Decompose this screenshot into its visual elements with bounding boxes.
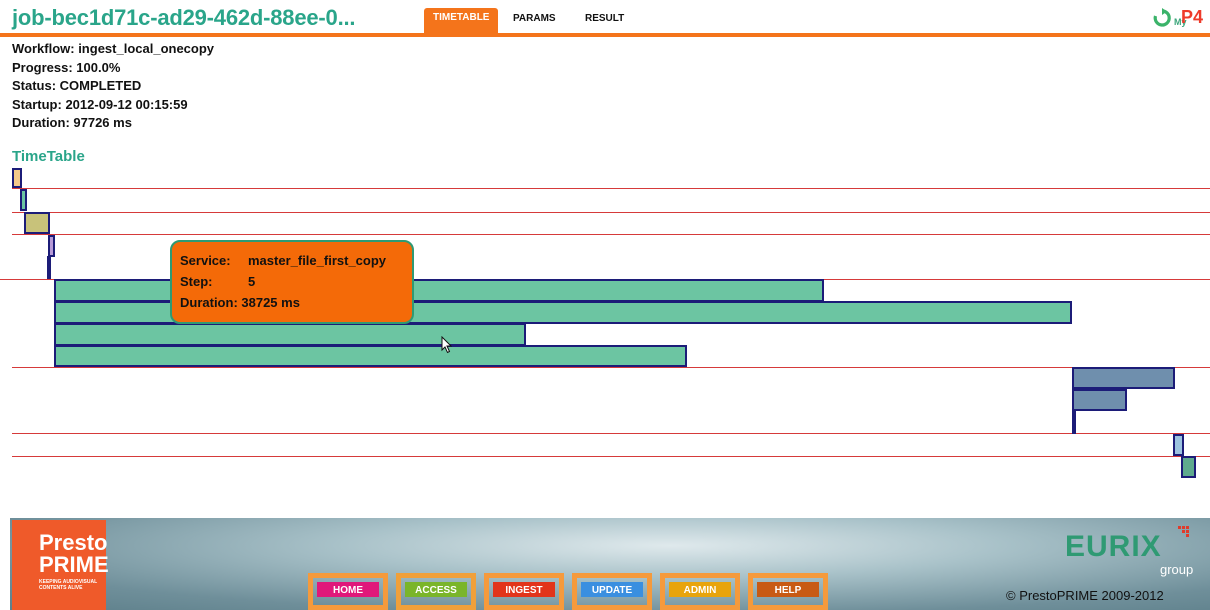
workflow-text: Workflow: ingest_local_onecopy xyxy=(12,41,215,56)
progress-text: Progress: 100.0% xyxy=(12,59,121,75)
tab-timetable[interactable]: TIMETABLE xyxy=(424,8,499,34)
timetable-bar[interactable] xyxy=(54,323,526,346)
mouse-cursor-icon xyxy=(441,336,453,354)
nav-home-button[interactable]: HOME xyxy=(308,573,388,610)
prestoprime-logo[interactable]: Presto PRIME KEEPING AUDIOVISUAL CONTENT… xyxy=(12,520,109,610)
nav-admin-button[interactable]: ADMIN xyxy=(660,573,740,610)
eurix-logo: EURIX xyxy=(1065,530,1162,563)
nav-ingest-button[interactable]: INGEST xyxy=(484,573,564,610)
tooltip-service-label: Service: xyxy=(180,253,231,268)
eurix-dots-icon xyxy=(1178,526,1189,537)
startup-text: Startup: 2012-09-12 00:15:59 xyxy=(12,96,188,112)
job-title: job-bec1d71c-ad29-462d-88ee-0... xyxy=(12,5,356,30)
timetable-bar[interactable] xyxy=(1072,410,1076,434)
tooltip-service-value: master_file_first_copy xyxy=(248,253,387,268)
timetable-tooltip: Service: master_file_first_copy Step: 5 Du… xyxy=(170,240,414,324)
timetable-bar[interactable] xyxy=(48,235,55,257)
timetable-bar[interactable] xyxy=(12,168,22,188)
tooltip-step-label: Step: xyxy=(180,274,213,289)
timetable-bar[interactable] xyxy=(47,256,51,279)
nav-update-button[interactable]: UPDATE xyxy=(572,573,652,610)
refresh-icon[interactable] xyxy=(1152,8,1172,28)
nav-help-button[interactable]: HELP xyxy=(748,573,828,610)
timetable-bar[interactable] xyxy=(1181,456,1196,478)
timetable-bar[interactable] xyxy=(20,189,27,211)
logo-tagline: KEEPING AUDIOVISUAL CONTENTS ALIVE xyxy=(39,579,98,591)
tab-params[interactable]: PARAMS xyxy=(513,8,556,34)
timetable-bar[interactable] xyxy=(1072,367,1175,389)
eurix-group-text: group xyxy=(1160,562,1194,577)
logo-text-presto: Presto xyxy=(39,530,108,555)
brand-p4: P4 xyxy=(1181,7,1204,27)
timetable-bar[interactable] xyxy=(54,345,687,367)
timetable-bar[interactable] xyxy=(1072,389,1127,411)
row-separator xyxy=(12,234,1210,235)
timetable-bar[interactable] xyxy=(1173,434,1184,456)
row-separator xyxy=(12,367,1210,368)
nav-access-button[interactable]: ACCESS xyxy=(396,573,476,610)
duration-text: Duration: 97726 ms xyxy=(12,115,132,130)
footer: Presto PRIME KEEPING AUDIOVISUAL CONTENT… xyxy=(10,518,1210,610)
logo-text-prime: PRIME xyxy=(39,552,109,577)
row-separator xyxy=(12,212,1210,213)
header: job-bec1d71c-ad29-462d-88ee-0... TIMETAB… xyxy=(0,0,1210,38)
job-info: Workflow: ingest_local_onecopy Progress:… xyxy=(12,40,214,133)
tooltip-step-value: 5 xyxy=(248,274,256,289)
timetable-chart xyxy=(0,160,1210,490)
row-separator xyxy=(12,433,1210,434)
timetable-bar[interactable] xyxy=(24,212,50,234)
copyright-text: © PrestoPRIME 2009-2012 xyxy=(1006,588,1164,603)
status-text: Status: COMPLETED xyxy=(12,78,142,93)
row-separator xyxy=(12,456,1210,457)
tab-result[interactable]: RESULT xyxy=(585,8,624,34)
row-separator xyxy=(12,188,1210,189)
tooltip-duration: Duration: 38725 ms xyxy=(180,295,300,310)
header-divider xyxy=(0,33,1210,37)
